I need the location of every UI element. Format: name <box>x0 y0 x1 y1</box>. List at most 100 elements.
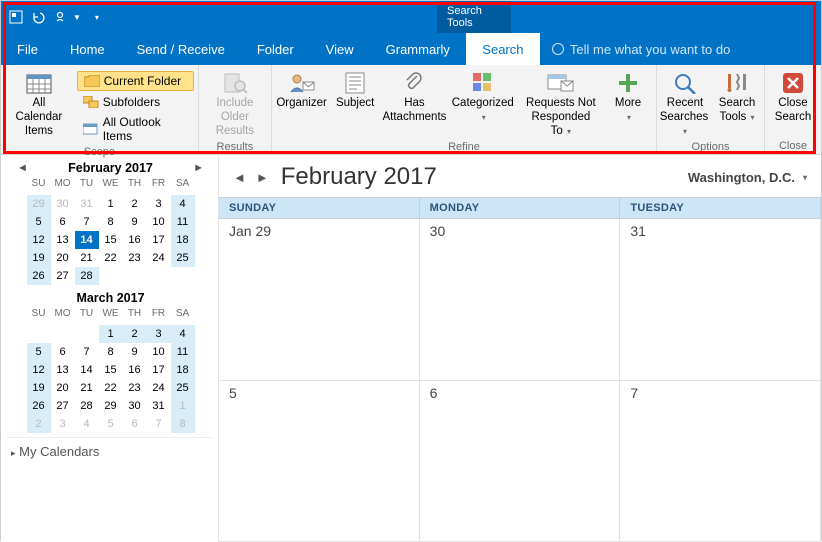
mini-cal-day[interactable]: 5 <box>27 213 51 231</box>
mini-cal-day[interactable]: 4 <box>171 325 195 343</box>
mini-cal-day[interactable]: 6 <box>51 343 75 361</box>
mini-cal-day[interactable]: 28 <box>75 267 99 285</box>
qat-customize-icon[interactable]: ▾ <box>95 13 99 22</box>
cal-next[interactable]: ► <box>256 170 269 185</box>
mini-cal-day[interactable]: 17 <box>147 231 171 249</box>
mini-cal-day[interactable]: 15 <box>99 231 123 249</box>
cal-prev[interactable]: ◄ <box>233 170 246 185</box>
mini-cal-day[interactable]: 26 <box>27 267 51 285</box>
mini-cal-day[interactable]: 21 <box>75 249 99 267</box>
mini-cal-day[interactable]: 1 <box>99 195 123 213</box>
mini-cal-day[interactable]: 10 <box>147 213 171 231</box>
calendar-cell[interactable]: 31 <box>620 219 821 381</box>
mini-cal-day[interactable]: 26 <box>27 397 51 415</box>
close-search-button[interactable]: Close Search <box>769 69 817 127</box>
categorized-button[interactable]: Categorized ▾ <box>450 69 518 127</box>
mini-cal-day[interactable]: 16 <box>123 231 147 249</box>
mini-cal-day[interactable]: 7 <box>147 415 171 433</box>
mini-cal-day[interactable]: 12 <box>27 231 51 249</box>
mini-cal-day[interactable]: 16 <box>123 361 147 379</box>
all-outlook-items-button[interactable]: All Outlook Items <box>77 113 194 145</box>
mini-cal-day[interactable]: 27 <box>51 267 75 285</box>
mini-cal-day[interactable]: 7 <box>75 213 99 231</box>
mini-cal-day[interactable]: 20 <box>51 379 75 397</box>
menu-grammarly[interactable]: Grammarly <box>370 33 466 65</box>
mini-cal-day[interactable]: 25 <box>171 379 195 397</box>
mini-cal-day[interactable]: 23 <box>123 249 147 267</box>
menu-search[interactable]: Search <box>466 33 540 65</box>
mini-cal-day[interactable]: 13 <box>51 231 75 249</box>
requests-not-responded-button[interactable]: Requests Not Responded To ▾ <box>522 69 600 140</box>
mini-cal-day[interactable]: 17 <box>147 361 171 379</box>
mini-cal-day[interactable]: 18 <box>171 361 195 379</box>
mini-cal-day[interactable]: 10 <box>147 343 171 361</box>
calendar-cell[interactable]: Jan 29 <box>219 219 420 381</box>
mini-cal-prev[interactable]: ◄ <box>13 160 32 176</box>
mini-cal-day[interactable]: 2 <box>123 195 147 213</box>
mini-cal-day[interactable]: 24 <box>147 249 171 267</box>
mini-cal-day[interactable]: 8 <box>171 415 195 433</box>
recent-searches-button[interactable]: Recent Searches ▾ <box>661 69 709 140</box>
mini-cal-day[interactable]: 29 <box>27 195 51 213</box>
calendar-cell[interactable]: 7 <box>620 381 821 542</box>
all-calendar-items-button[interactable]: All Calendar Items <box>5 69 73 140</box>
mini-cal-day[interactable]: 15 <box>99 361 123 379</box>
mini-cal-day[interactable]: 9 <box>123 343 147 361</box>
mini-cal-day[interactable]: 22 <box>99 249 123 267</box>
mini-cal-day[interactable]: 3 <box>147 325 171 343</box>
mini-cal-day[interactable]: 14 <box>75 361 99 379</box>
undo-icon[interactable] <box>29 8 47 26</box>
my-calendars-section[interactable]: ▸ My Calendars <box>7 437 214 465</box>
mini-cal-day[interactable]: 11 <box>171 343 195 361</box>
mini-cal-day[interactable]: 8 <box>99 343 123 361</box>
mini-cal-day[interactable]: 30 <box>51 195 75 213</box>
mini-cal-day[interactable]: 11 <box>171 213 195 231</box>
subfolders-button[interactable]: Subfolders <box>77 93 194 111</box>
mini-cal-day[interactable]: 5 <box>99 415 123 433</box>
mini-cal-day[interactable]: 27 <box>51 397 75 415</box>
tell-me-field[interactable]: Tell me what you want to do <box>540 33 742 65</box>
mini-cal-day[interactable]: 4 <box>75 415 99 433</box>
menu-send-receive[interactable]: Send / Receive <box>121 33 241 65</box>
mini-cal-day[interactable]: 2 <box>27 415 51 433</box>
menu-home[interactable]: Home <box>54 33 121 65</box>
mini-cal-day[interactable]: 31 <box>75 195 99 213</box>
menu-view[interactable]: View <box>310 33 370 65</box>
mini-cal-day[interactable]: 8 <box>99 213 123 231</box>
mini-cal-day[interactable]: 13 <box>51 361 75 379</box>
mini-cal-day[interactable]: 1 <box>99 325 123 343</box>
mini-cal-day[interactable]: 21 <box>75 379 99 397</box>
organizer-button[interactable]: Organizer <box>276 69 327 113</box>
mini-cal-day[interactable]: 9 <box>123 213 147 231</box>
mini-cal-day[interactable]: 24 <box>147 379 171 397</box>
mini-cal-day[interactable]: 4 <box>171 195 195 213</box>
mini-cal-day[interactable]: 22 <box>99 379 123 397</box>
mini-cal-day[interactable]: 6 <box>123 415 147 433</box>
mini-cal-day[interactable]: 6 <box>51 213 75 231</box>
calendar-cell[interactable]: 30 <box>420 219 621 381</box>
mini-cal-day[interactable]: 25 <box>171 249 195 267</box>
qat-item-icon[interactable] <box>51 8 69 26</box>
calendar-cell[interactable]: 5 <box>219 381 420 542</box>
mini-cal-day[interactable]: 19 <box>27 379 51 397</box>
mini-cal-day[interactable]: 19 <box>27 249 51 267</box>
search-tools-button[interactable]: Search Tools ▾ <box>713 69 761 127</box>
mini-cal-day[interactable]: 7 <box>75 343 99 361</box>
mini-cal-day[interactable]: 12 <box>27 361 51 379</box>
current-folder-button[interactable]: Current Folder <box>77 71 194 91</box>
mini-cal-day[interactable]: 2 <box>123 325 147 343</box>
mini-cal-day[interactable]: 5 <box>27 343 51 361</box>
mini-cal-day[interactable]: 3 <box>51 415 75 433</box>
has-attachments-button[interactable]: Has Attachments <box>383 69 446 127</box>
mini-cal-day[interactable]: 3 <box>147 195 171 213</box>
mini-cal-day[interactable]: 1 <box>171 397 195 415</box>
mini-cal-day[interactable]: 18 <box>171 231 195 249</box>
mini-cal-day[interactable]: 30 <box>123 397 147 415</box>
mini-cal-day[interactable]: 23 <box>123 379 147 397</box>
mini-cal-day[interactable]: 14 <box>75 231 99 249</box>
location-selector[interactable]: Washington, D.C. ▾ <box>688 170 807 185</box>
mini-cal-next[interactable]: ► <box>189 160 208 176</box>
more-button[interactable]: More▾ <box>604 69 652 127</box>
calendar-cell[interactable]: 6 <box>420 381 621 542</box>
mini-cal-day[interactable]: 31 <box>147 397 171 415</box>
